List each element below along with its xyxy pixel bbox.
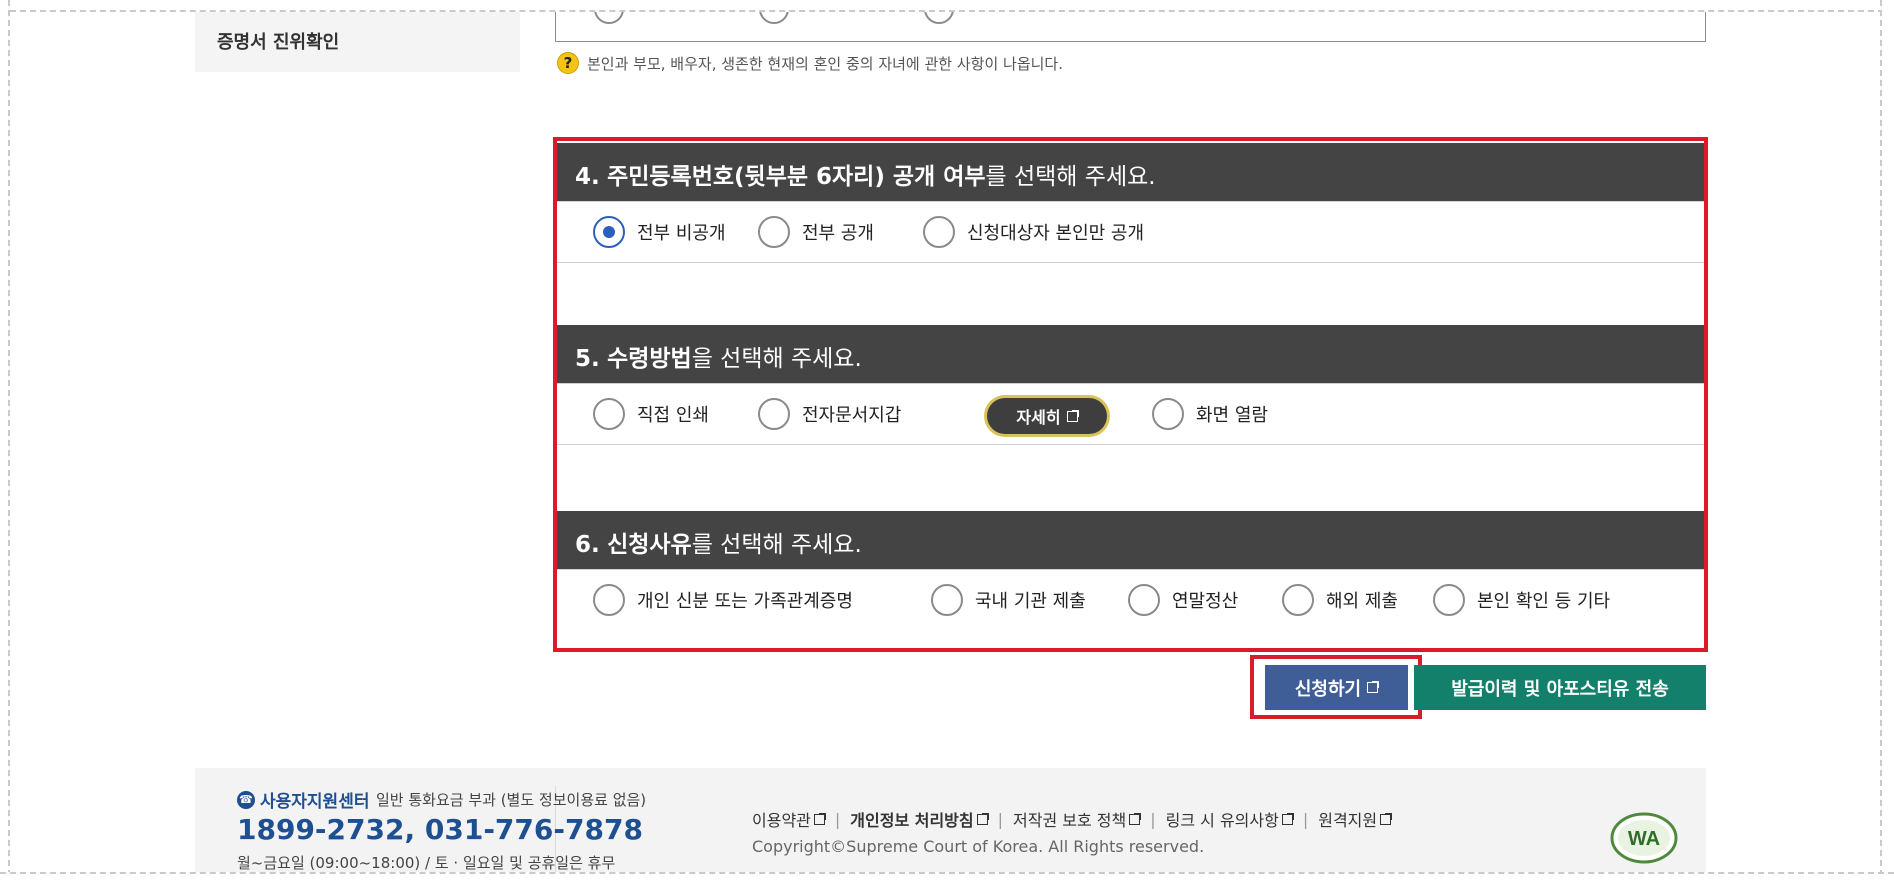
footer-link-privacy[interactable]: 개인정보 처리방침 — [850, 807, 989, 831]
torn-edge-bottom — [0, 872, 1894, 886]
badge-text: WA — [1628, 828, 1660, 850]
footer-link-link-notice[interactable]: 링크 시 유의사항 — [1165, 807, 1294, 831]
hint-text: ? 본인과 부모, 배우자, 생존한 현재의 혼인 중의 자녀에 관한 사항이 … — [557, 52, 1063, 74]
support-title-label: 사용자지원센터 — [260, 792, 370, 812]
radio-button[interactable] — [924, 12, 954, 24]
question-icon: ? — [557, 52, 579, 74]
link-label: 개인정보 처리방침 — [850, 811, 974, 830]
footer-link-copyright[interactable]: 저작권 보호 정책 — [1013, 807, 1142, 831]
footer-link-terms[interactable]: 이용약관 — [752, 807, 826, 831]
separator: | — [1302, 809, 1309, 829]
separator: | — [834, 809, 841, 829]
support-center-title: ☎ 사용자지원센터 — [237, 787, 369, 812]
footer-link-remote-support[interactable]: 원격지원 — [1318, 807, 1393, 831]
hint-label: 본인과 부모, 배우자, 생존한 현재의 혼인 중의 자녀에 관한 사항이 나옵… — [587, 54, 1063, 73]
sidebar-item-certificate-verify[interactable]: 증명서 진위확인 — [217, 28, 339, 54]
external-link-icon — [1281, 812, 1294, 825]
external-link-icon — [976, 812, 989, 825]
torn-edge-left — [0, 0, 10, 886]
footer-links: 이용약관 | 개인정보 처리방침 | 저작권 보호 정책 | 링크 시 유의사항… — [752, 807, 1393, 831]
support-hours: 월~금요일 (09:00~18:00) / 토 · 일요일 및 공휴일은 휴무 — [237, 854, 616, 872]
link-label: 저작권 보호 정책 — [1013, 811, 1127, 830]
previous-options-row — [555, 12, 1706, 42]
radio-button[interactable] — [594, 12, 624, 24]
highlight-outline — [553, 137, 1708, 652]
web-accessibility-badge-icon: WA — [1610, 812, 1678, 864]
page: 증명서 진위확인 ? 본인과 부모, 배우자, 생존한 현재의 혼인 중의 자녀… — [12, 12, 1880, 872]
external-link-icon — [1129, 812, 1142, 825]
support-note: 일반 통화요금 부과 (별도 정보이용료 없음) — [376, 791, 647, 809]
external-link-icon — [1380, 812, 1393, 825]
torn-edge-right — [1880, 0, 1894, 886]
separator: | — [997, 809, 1004, 829]
apply-highlight-outline — [1250, 655, 1422, 719]
copyright: Copyright©Supreme Court of Korea. All Ri… — [752, 837, 1205, 856]
torn-edge-top — [0, 0, 1894, 12]
separator: | — [1150, 809, 1156, 829]
issue-history-button[interactable]: 발급이력 및 아포스티유 전송 — [1414, 665, 1706, 710]
radio-button[interactable] — [759, 12, 789, 24]
external-link-icon — [813, 812, 826, 825]
issue-history-label: 발급이력 및 아포스티유 전송 — [1451, 678, 1669, 700]
phone-icon: ☎ — [237, 790, 255, 809]
support-phone: 1899-2732, 031-776-7878 — [237, 813, 643, 846]
side-navigation: 증명서 진위확인 — [195, 12, 520, 72]
link-label: 이용약관 — [752, 811, 811, 830]
link-label: 원격지원 — [1318, 811, 1378, 830]
link-label: 링크 시 유의사항 — [1165, 811, 1279, 830]
